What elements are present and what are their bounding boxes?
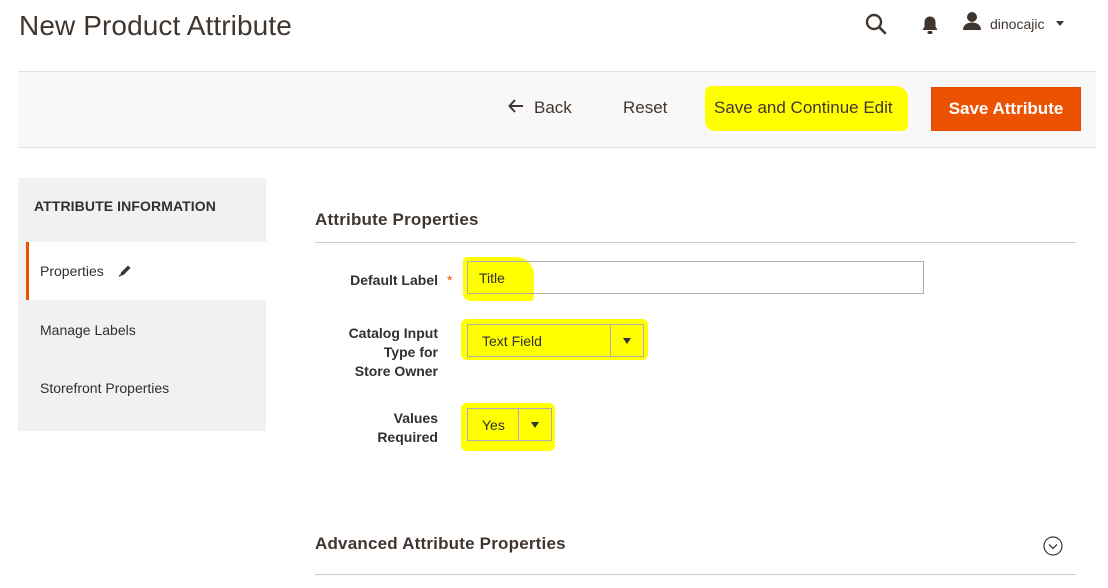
chevron-down-icon — [1056, 21, 1065, 26]
default-label-label: Default Label — [350, 272, 438, 288]
back-button[interactable]: Back — [508, 98, 572, 118]
save-attribute-button[interactable]: Save Attribute — [931, 87, 1081, 131]
input-type-select[interactable]: Text Field — [467, 324, 644, 357]
sidebar-item-label: Properties — [40, 263, 104, 279]
input-type-label-line1: Catalog Input — [348, 325, 438, 341]
sidebar-item-properties[interactable]: Properties — [26, 242, 266, 300]
input-type-label-line3: Store Owner — [354, 363, 438, 379]
bell-icon[interactable] — [918, 13, 942, 37]
input-type-label-line2: Type for — [383, 344, 438, 360]
search-icon[interactable] — [864, 12, 888, 36]
default-label-input[interactable] — [467, 261, 924, 294]
values-required-label: Values Required — [298, 409, 438, 447]
section-divider — [315, 242, 1076, 243]
user-icon — [962, 11, 982, 36]
section-divider — [315, 574, 1076, 575]
sidebar: ATTRIBUTE INFORMATION Properties Manage … — [18, 178, 266, 431]
sidebar-item-manage-labels[interactable]: Manage Labels — [26, 301, 266, 359]
save-and-continue-button[interactable]: Save and Continue Edit — [714, 98, 893, 118]
section-title: Attribute Properties — [315, 210, 479, 229]
reset-button[interactable]: Reset — [623, 98, 667, 118]
chevron-down-icon — [610, 325, 643, 356]
required-star: * — [447, 272, 453, 288]
user-menu[interactable]: dinocajic — [962, 11, 1065, 36]
input-type-value: Text Field — [482, 332, 542, 349]
values-required-value: Yes — [482, 416, 505, 433]
sidebar-item-storefront-properties[interactable]: Storefront Properties — [26, 359, 266, 417]
pencil-icon — [118, 264, 132, 278]
page-title: New Product Attribute — [19, 10, 292, 41]
back-label: Back — [534, 98, 572, 117]
chevron-down-circle-icon[interactable] — [1043, 536, 1063, 561]
sidebar-title: ATTRIBUTE INFORMATION — [34, 198, 217, 214]
advanced-properties-toggle[interactable]: Advanced Attribute Properties — [315, 534, 566, 554]
chevron-down-icon — [518, 409, 551, 440]
arrow-left-icon — [508, 98, 524, 118]
input-type-label: Catalog Input Type for Store Owner — [298, 324, 438, 381]
username: dinocajic — [990, 15, 1045, 32]
values-required-select[interactable]: Yes — [467, 408, 552, 441]
values-required-label-line2: Required — [377, 429, 438, 445]
sidebar-item-label: Storefront Properties — [40, 380, 170, 396]
values-required-label-line1: Values — [393, 410, 438, 426]
sidebar-item-label: Manage Labels — [40, 322, 136, 338]
